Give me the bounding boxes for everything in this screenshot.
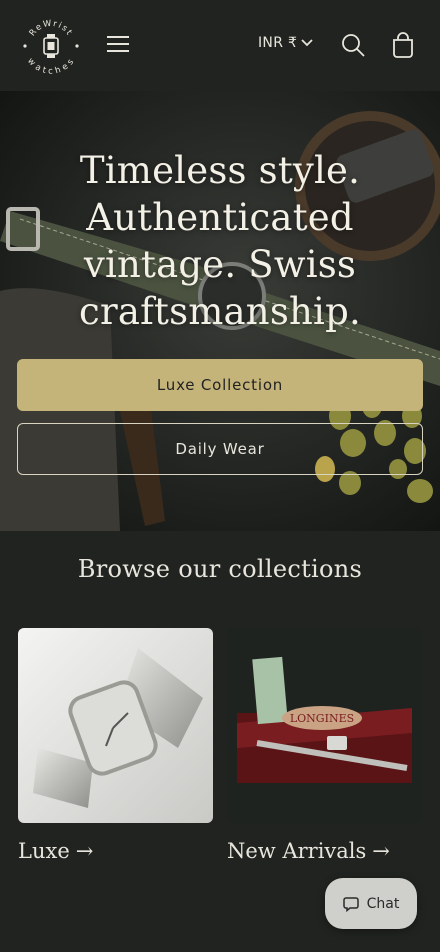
menu-button[interactable]	[104, 31, 132, 59]
arrow-right-icon: →	[372, 839, 390, 863]
svg-text:LONGINES: LONGINES	[290, 712, 354, 725]
daily-wear-button[interactable]: Daily Wear	[17, 423, 423, 475]
collection-card-luxe[interactable]: Luxe →	[18, 628, 213, 863]
collection-card-new-arrivals[interactable]: LONGINES New Arrivals →	[227, 628, 422, 863]
currency-label: INR ₹	[258, 35, 298, 51]
cart-button[interactable]	[389, 31, 417, 59]
search-icon	[342, 34, 365, 57]
luxe-watch-image	[18, 628, 213, 823]
chat-label: Chat	[366, 895, 400, 912]
new-arrivals-image: LONGINES	[227, 628, 422, 823]
arrow-right-icon: →	[75, 839, 94, 863]
collection-label-luxe: Luxe →	[18, 839, 94, 863]
hero-banner: Timeless style. Authenticated vintage. S…	[0, 91, 440, 531]
search-button[interactable]	[339, 31, 367, 59]
menu-icon	[107, 36, 129, 38]
svg-text:watches: watches	[25, 56, 77, 76]
chat-bubble-icon	[342, 896, 359, 912]
collections-heading: Browse our collections	[77, 555, 363, 583]
site-header: ReWrist watches INR ₹	[0, 0, 440, 91]
chevron-down-icon	[301, 39, 313, 47]
currency-selector[interactable]: INR ₹	[258, 35, 314, 51]
cart-icon	[393, 32, 413, 58]
chat-button[interactable]: Chat	[325, 878, 417, 929]
hero-title: Timeless style. Authenticated vintage. S…	[79, 149, 361, 333]
collection-label-new-arrivals: New Arrivals →	[227, 839, 390, 863]
rewrist-logo[interactable]: ReWrist watches	[21, 16, 81, 76]
luxe-collection-button[interactable]: Luxe Collection	[17, 359, 423, 411]
